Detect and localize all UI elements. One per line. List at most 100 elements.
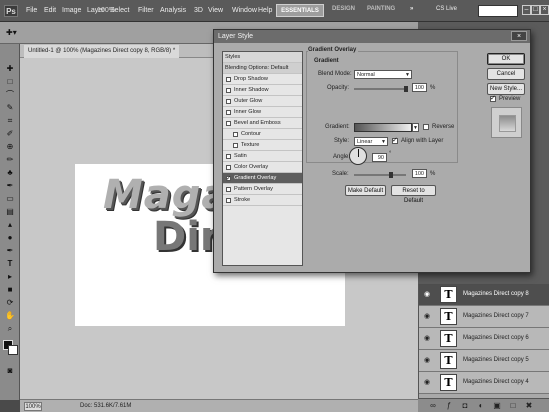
- dialog-title[interactable]: Layer Style ×: [214, 30, 530, 43]
- document-tab[interactable]: Untitled-1 @ 100% (Magazines Direct copy…: [24, 45, 180, 58]
- checkbox[interactable]: [226, 110, 231, 115]
- style-item-pattern-overlay[interactable]: Pattern Overlay: [223, 184, 302, 195]
- menu-view[interactable]: View: [208, 7, 223, 14]
- eye-icon[interactable]: ◉: [422, 335, 432, 343]
- close-icon[interactable]: ×: [511, 31, 527, 41]
- quick-mask-icon[interactable]: ◙: [4, 366, 16, 375]
- menu-window[interactable]: Window: [232, 7, 257, 14]
- move-tool-preset-icon[interactable]: ✚▾: [6, 28, 28, 39]
- cs-live-button[interactable]: CS Live: [436, 6, 457, 12]
- style-item-bevel-emboss[interactable]: Bevel and Emboss: [223, 118, 302, 129]
- history-brush-tool-icon[interactable]: ✒: [4, 181, 16, 190]
- healing-brush-tool-icon[interactable]: ⊕: [4, 142, 16, 151]
- style-item-stroke[interactable]: Stroke: [223, 195, 302, 206]
- opacity-slider-thumb[interactable]: [404, 86, 408, 92]
- checkbox[interactable]: [226, 77, 231, 82]
- 3d-rotate-tool-icon[interactable]: ⟳: [4, 298, 16, 307]
- checkbox-checked[interactable]: [226, 174, 231, 185]
- style-item-outer-glow[interactable]: Outer Glow: [223, 96, 302, 107]
- eye-icon[interactable]: ◉: [422, 291, 432, 299]
- trash-icon[interactable]: ✖: [524, 401, 534, 411]
- layer-row[interactable]: ◉ T Magazines Direct copy 8: [419, 284, 549, 306]
- adjustment-layer-icon[interactable]: ◐: [476, 401, 486, 411]
- checkbox[interactable]: [226, 165, 231, 170]
- blend-mode-select[interactable]: Normal ▼: [354, 70, 412, 79]
- eye-icon[interactable]: ◉: [422, 357, 432, 365]
- scale-slider[interactable]: [354, 174, 406, 176]
- link-layers-icon[interactable]: ∞: [428, 401, 438, 411]
- align-with-layer-checkbox[interactable]: [392, 136, 398, 144]
- layer-style-icon[interactable]: ƒ: [444, 401, 454, 411]
- background-color-swatch[interactable]: [8, 345, 18, 355]
- hand-tool-icon[interactable]: ✋: [4, 311, 16, 320]
- new-group-icon[interactable]: ▣: [492, 401, 502, 411]
- opacity-field[interactable]: 100: [412, 83, 427, 92]
- new-layer-icon[interactable]: □: [508, 401, 518, 411]
- menu-3d[interactable]: 3D: [194, 7, 203, 14]
- style-item-color-overlay[interactable]: Color Overlay: [223, 162, 302, 173]
- style-item-satin[interactable]: Satin: [223, 151, 302, 162]
- scale-field[interactable]: 100: [412, 169, 427, 178]
- brush-tool-icon[interactable]: ✏: [4, 155, 16, 164]
- dodge-tool-icon[interactable]: ●: [4, 233, 16, 242]
- style-item-drop-shadow[interactable]: Drop Shadow: [223, 74, 302, 85]
- close-window-icon[interactable]: ×: [540, 5, 549, 15]
- scale-slider-thumb[interactable]: [389, 172, 393, 178]
- type-tool-icon[interactable]: T: [4, 259, 16, 268]
- style-item-contour[interactable]: Contour: [223, 129, 302, 140]
- checkbox[interactable]: [226, 154, 231, 159]
- maximize-icon[interactable]: □: [531, 5, 540, 15]
- eyedropper-tool-icon[interactable]: ✐: [4, 129, 16, 138]
- make-default-button[interactable]: Make Default: [345, 185, 386, 196]
- layer-row[interactable]: ◉ T Magazines Direct copy 7: [419, 306, 549, 328]
- search-input[interactable]: [478, 5, 518, 17]
- gradient-picker[interactable]: [354, 123, 412, 132]
- menu-help[interactable]: Help: [258, 7, 272, 14]
- pen-tool-icon[interactable]: ✒: [4, 246, 16, 255]
- chevron-down-icon[interactable]: ▼: [412, 123, 419, 132]
- menu-file[interactable]: File: [26, 7, 37, 14]
- checkbox[interactable]: [233, 143, 238, 148]
- blending-options-item[interactable]: Blending Options: Default: [223, 63, 302, 74]
- menu-filter[interactable]: Filter: [138, 7, 154, 14]
- path-selection-tool-icon[interactable]: ▸: [4, 272, 16, 281]
- style-select[interactable]: Linear ▼: [354, 137, 388, 146]
- layer-row[interactable]: ◉ T Magazines Direct copy 5: [419, 350, 549, 372]
- quick-selection-tool-icon[interactable]: ✎: [4, 103, 16, 112]
- workspace-painting-button[interactable]: PAINTING: [367, 6, 395, 12]
- eye-icon[interactable]: ◉: [422, 313, 432, 321]
- preview-checkbox[interactable]: [490, 94, 496, 102]
- layer-row[interactable]: ◉ T Magazines Direct copy 4: [419, 372, 549, 394]
- shape-tool-icon[interactable]: ■: [4, 285, 16, 294]
- checkbox[interactable]: [226, 88, 231, 93]
- menu-image[interactable]: Image: [62, 7, 81, 14]
- zoom-level-menu[interactable]: 100%: [95, 5, 117, 17]
- crop-tool-icon[interactable]: ⌗: [4, 116, 16, 125]
- style-item-texture[interactable]: Texture: [223, 140, 302, 151]
- eraser-tool-icon[interactable]: ▭: [4, 194, 16, 203]
- checkbox[interactable]: [233, 132, 238, 137]
- angle-dial[interactable]: [349, 147, 367, 165]
- checkbox[interactable]: [226, 187, 231, 192]
- style-item-inner-glow[interactable]: Inner Glow: [223, 107, 302, 118]
- zoom-tool-icon[interactable]: ⌕: [4, 324, 16, 333]
- more-workspaces-icon[interactable]: »: [410, 6, 413, 12]
- document-size[interactable]: Doc: 531.6K/7.61M: [80, 403, 131, 409]
- opacity-slider[interactable]: [354, 88, 406, 90]
- checkbox[interactable]: [226, 99, 231, 104]
- style-item-inner-shadow[interactable]: Inner Shadow: [223, 85, 302, 96]
- cancel-button[interactable]: Cancel: [487, 68, 525, 80]
- workspace-design-button[interactable]: DESIGN: [332, 6, 355, 12]
- menu-edit[interactable]: Edit: [44, 7, 56, 14]
- layer-row[interactable]: ◉ T Magazines Direct copy 6: [419, 328, 549, 350]
- eye-icon[interactable]: ◉: [422, 379, 432, 387]
- gradient-tool-icon[interactable]: ▤: [4, 207, 16, 216]
- marquee-tool-icon[interactable]: □: [4, 77, 16, 86]
- reverse-checkbox[interactable]: [423, 124, 429, 130]
- checkbox[interactable]: [226, 198, 231, 203]
- minimize-icon[interactable]: –: [522, 5, 531, 15]
- checkbox[interactable]: [226, 121, 231, 126]
- style-item-gradient-overlay[interactable]: Gradient Overlay: [223, 173, 302, 185]
- zoom-field[interactable]: 100%: [24, 402, 42, 411]
- clone-stamp-tool-icon[interactable]: ♣: [4, 168, 16, 177]
